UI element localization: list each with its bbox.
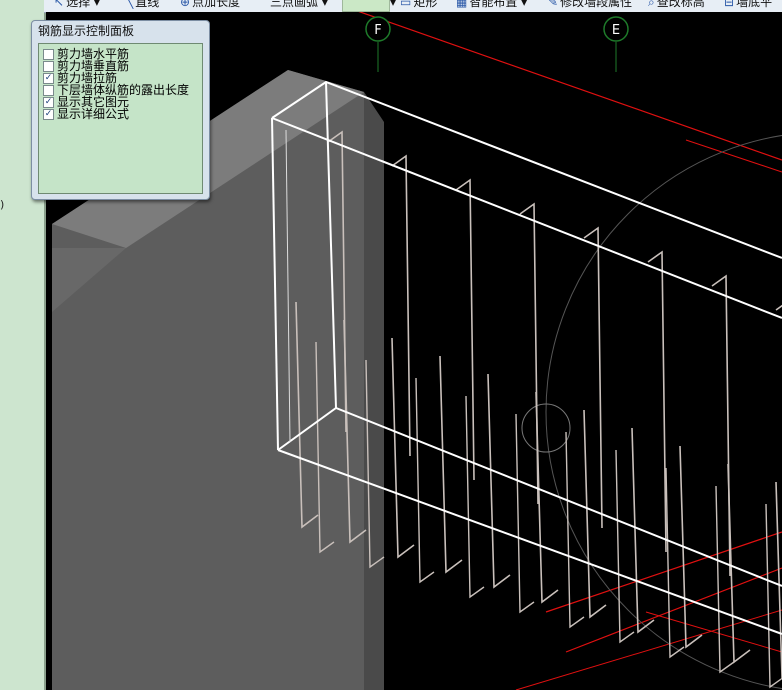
option-show-detailed-formula[interactable]: ✓ 显示详细公式	[43, 108, 129, 120]
rebar-bar	[711, 274, 731, 577]
rectangle-button[interactable]: ▭ 矩形	[400, 0, 437, 9]
axis-label-e: E	[612, 23, 620, 38]
rebar-bar	[487, 373, 511, 589]
edit-wall-icon: ✎	[548, 0, 559, 9]
layer-select[interactable]	[342, 0, 390, 12]
elevation-button[interactable]: ⌕ 查改标高	[648, 0, 705, 9]
dropdown-arrow[interactable]: ▾	[390, 0, 396, 9]
rebar-bar	[515, 413, 535, 614]
grid-line-bottom-c	[515, 609, 782, 690]
panel-title: 钢筋显示控制面板	[38, 24, 135, 38]
checkbox[interactable]: ✓	[43, 73, 54, 84]
select-button[interactable]: ↖ 选择 ▾	[54, 0, 100, 9]
rebar-bar	[565, 431, 585, 629]
point-length-icon: ⊕	[180, 0, 191, 9]
rebar-bar	[439, 355, 463, 574]
line-icon: ╲	[126, 0, 134, 9]
rebar-display-control-panel[interactable]: 钢筋显示控制面板 剪力墙水平筋 剪力墙垂直筋 ✓ 剪力墙拉筋 下层墙体纵筋的露出长…	[31, 20, 210, 200]
panel-options-list: 剪力墙水平筋 剪力墙垂直筋 ✓ 剪力墙拉筋 下层墙体纵筋的露出长度 ✓ 显示其它图元…	[38, 43, 203, 194]
grid-line-top	[358, 12, 782, 161]
pointer-icon: ↖	[54, 0, 65, 9]
smart-layout-button[interactable]: ▦ 智能布置 ▾	[456, 0, 527, 9]
wall-bottom-button[interactable]: ⊟ 墙底平	[724, 0, 772, 9]
elevation-icon: ⌕	[648, 0, 655, 9]
checkbox[interactable]: ✓	[43, 109, 54, 120]
edit-wall-button[interactable]: ✎ 修改墙段属性	[548, 0, 632, 9]
checkbox[interactable]	[43, 85, 54, 96]
smart-layout-icon: ▦	[456, 0, 468, 9]
grid-lines	[358, 12, 782, 690]
checkbox[interactable]	[43, 49, 54, 60]
point-length-button[interactable]: ⊕ 点加长度	[180, 0, 240, 9]
rebar-bar	[391, 337, 415, 559]
grid-line-right	[685, 139, 782, 173]
rebar-bar	[647, 250, 667, 553]
rebar-bar	[465, 395, 485, 599]
checkbox[interactable]: ✓	[43, 97, 54, 108]
rebar-bar	[775, 481, 782, 679]
axis-bubble-e[interactable]: E	[603, 16, 629, 72]
arc-button[interactable]: ⌒ 三点画弧 ▾	[256, 0, 328, 9]
rebar-bar	[415, 377, 435, 584]
rectangle-icon: ▭	[400, 0, 412, 9]
axis-bubble-f[interactable]: F	[365, 16, 391, 72]
arc-icon: ⌒	[256, 0, 269, 9]
axis-label-f: F	[374, 23, 381, 38]
rebar-bar	[455, 178, 475, 481]
rebar-bar	[535, 391, 559, 604]
rebar-bar	[727, 463, 751, 664]
wall-bottom-icon: ⊟	[724, 0, 735, 9]
checkbox[interactable]	[43, 61, 54, 72]
rebar-bar	[519, 202, 539, 505]
sidebar-mark: )	[0, 198, 5, 211]
line-button[interactable]: ╲ 直线	[126, 0, 159, 9]
grid-line-bottom-d	[645, 611, 782, 653]
